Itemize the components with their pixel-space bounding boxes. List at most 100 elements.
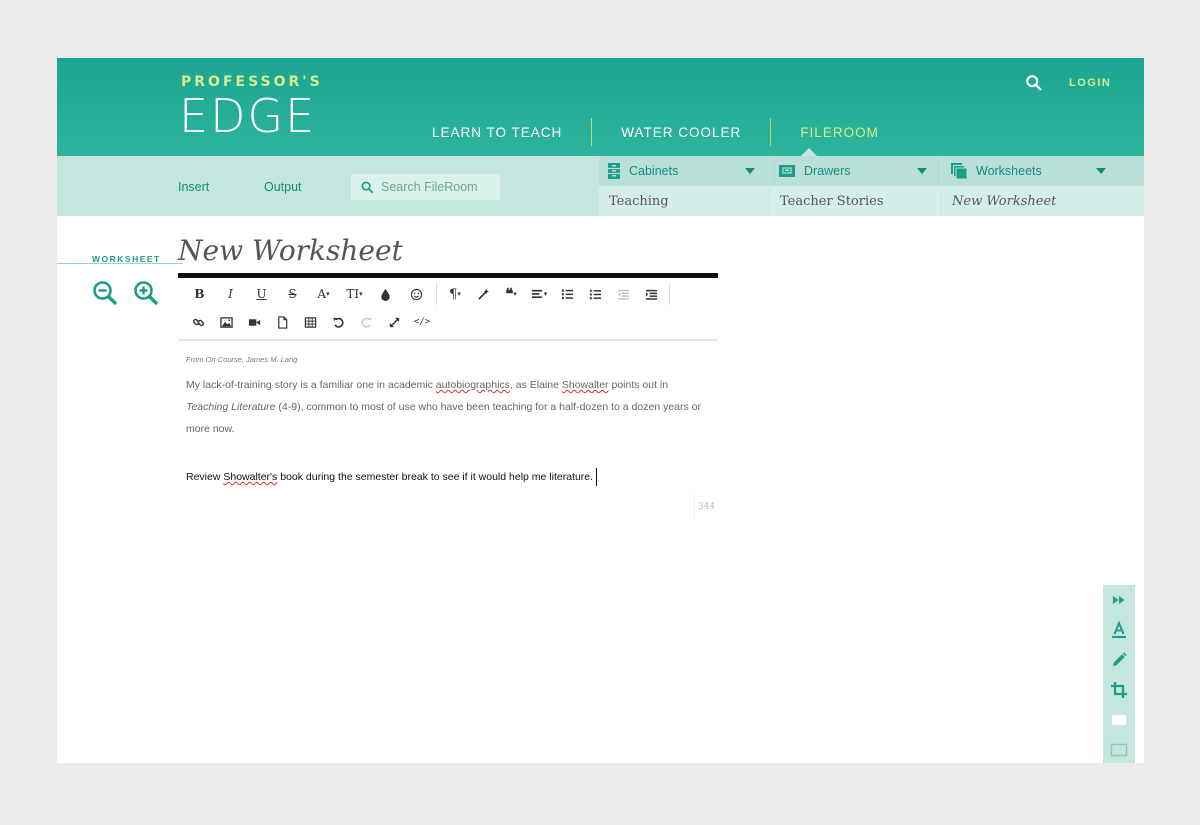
drawers-label: Drawers (804, 164, 851, 178)
nav-learn-to-teach[interactable]: LEARN TO TEACH (417, 118, 577, 148)
toolbar-divider (669, 283, 670, 305)
format-painter-button[interactable] (469, 282, 497, 306)
outline-rectangle-button[interactable] (1103, 735, 1135, 763)
output-menu[interactable]: Output (264, 180, 302, 194)
video-camera-icon (248, 318, 260, 326)
citation-text: From On Course, James M. Lang (186, 355, 298, 364)
worksheets-value[interactable]: New Worksheet (942, 186, 1144, 216)
table-button[interactable] (296, 310, 324, 334)
cabinets-value[interactable]: Teaching (599, 186, 769, 216)
worksheets-label: Worksheets (976, 164, 1042, 178)
quote-text: points out in (608, 379, 669, 391)
outdent-button[interactable] (609, 282, 637, 306)
quote-misspelled-word: Showalter (561, 379, 609, 391)
drawers-dropdown[interactable]: Drawers (770, 156, 941, 186)
pen-tool-button[interactable] (1103, 645, 1135, 675)
bold-button[interactable]: B (184, 282, 215, 306)
chevron-down-icon (745, 168, 755, 174)
quoted-paragraph: My lack-of-training story is a familiar … (186, 374, 710, 440)
text-tool-button[interactable] (1103, 615, 1135, 645)
character-count: 344 (694, 494, 718, 520)
nav-divider (591, 118, 593, 146)
table-icon (304, 316, 316, 328)
app-screen: PROFESSOR'S EDGE LOGIN LEARN TO TEACH WA… (57, 58, 1144, 763)
chevron-down-icon (917, 168, 927, 174)
image-button[interactable] (212, 310, 240, 334)
filled-rectangle-icon (1112, 715, 1126, 725)
login-link[interactable]: LOGIN (1069, 77, 1111, 89)
fast-forward-icon (1113, 596, 1125, 604)
cabinets-label: Cabinets (629, 164, 679, 178)
worksheet-title[interactable]: New Worksheet (178, 234, 403, 267)
link-button[interactable] (184, 310, 212, 334)
quote-misspelled-word: autobiographics (435, 379, 510, 391)
annotation-tool-rail (1103, 585, 1135, 763)
site-header: PROFESSOR'S EDGE LOGIN LEARN TO TEACH WA… (57, 58, 1144, 156)
fullscreen-button[interactable] (380, 310, 408, 334)
align-button[interactable]: ▾ (525, 282, 553, 306)
insert-menu[interactable]: Insert (178, 180, 209, 194)
cabinets-selector: Cabinets Teaching (599, 156, 769, 216)
video-button[interactable] (240, 310, 268, 334)
bulleted-list-icon (589, 289, 601, 299)
quote-text: My lack-of-training story is a familiar … (186, 379, 436, 391)
align-left-icon (531, 289, 542, 298)
file-button[interactable] (268, 310, 296, 334)
zoom-in-icon[interactable] (133, 280, 159, 306)
quote-button[interactable]: ❝ ▾ (497, 282, 525, 306)
indent-button[interactable] (637, 282, 665, 306)
logo-title[interactable]: EDGE (179, 92, 316, 140)
ink-drop-icon (381, 288, 390, 301)
nav-fileroom[interactable]: FILEROOM (785, 118, 894, 148)
drawer-icon (779, 165, 795, 177)
filled-rectangle-button[interactable] (1103, 705, 1135, 735)
worksheet-section-label: WORKSHEET (92, 254, 161, 264)
font-family-button[interactable]: A ▾ (308, 282, 339, 306)
toolbar-row-1: B I U S A ▾ TI ▾ ¶ ▾ ❝ ▾ ▾ (178, 280, 718, 308)
drawers-selector: Drawers Teacher Stories (770, 156, 941, 216)
document-icon (277, 315, 287, 329)
font-size-button[interactable]: TI ▾ (339, 282, 370, 306)
drawers-value[interactable]: Teacher Stories (770, 186, 941, 216)
crop-icon (1111, 682, 1127, 698)
worksheets-dropdown[interactable]: Worksheets (942, 156, 1144, 186)
nav-water-cooler[interactable]: WATER COOLER (606, 118, 756, 148)
rectangle-outline-icon (1110, 743, 1128, 757)
chevron-down-icon (1096, 168, 1106, 174)
collapse-rail-button[interactable] (1103, 585, 1135, 615)
editor-content[interactable]: From On Course, James M. Lang My lack-of… (178, 341, 718, 486)
rich-text-editor: B I U S A ▾ TI ▾ ¶ ▾ ❝ ▾ ▾ </> From On C… (178, 273, 718, 486)
color-button[interactable] (370, 282, 401, 306)
fileroom-search-input[interactable]: Search FileRoom (351, 174, 500, 200)
toolbar-row-2: </> (178, 308, 718, 336)
main-nav: LEARN TO TEACH WATER COOLER FILEROOM (417, 118, 894, 148)
quote-text: , as Elaine (509, 379, 562, 391)
pencil-icon (1113, 652, 1127, 666)
search-placeholder: Search FileRoom (381, 180, 478, 194)
italic-button[interactable]: I (215, 282, 246, 306)
ordered-list-button[interactable] (553, 282, 581, 306)
editor-top-border (178, 273, 718, 278)
undo-icon (332, 317, 344, 328)
unordered-list-button[interactable] (581, 282, 609, 306)
strikethrough-button[interactable]: S (277, 282, 308, 306)
emoji-button[interactable] (401, 282, 432, 306)
paragraph-button[interactable]: ¶ ▾ (441, 282, 469, 306)
code-view-button[interactable]: </> (408, 310, 436, 334)
indent-icon (645, 289, 657, 300)
cabinets-dropdown[interactable]: Cabinets (599, 156, 769, 186)
redo-button[interactable] (352, 310, 380, 334)
redo-icon (360, 317, 372, 328)
user-note: Review Showalter's book during the semes… (186, 468, 710, 486)
zoom-out-icon[interactable] (92, 280, 118, 306)
search-icon[interactable] (1025, 74, 1043, 92)
toolbar-divider (436, 283, 437, 305)
underline-button[interactable]: U (246, 282, 277, 306)
undo-button[interactable] (324, 310, 352, 334)
crop-tool-button[interactable] (1103, 675, 1135, 705)
nav-divider (770, 118, 772, 146)
note-text: Review (186, 470, 224, 483)
worksheets-icon (951, 163, 968, 180)
logo-subtitle: PROFESSOR'S (181, 74, 323, 90)
magic-wand-icon (477, 288, 489, 300)
